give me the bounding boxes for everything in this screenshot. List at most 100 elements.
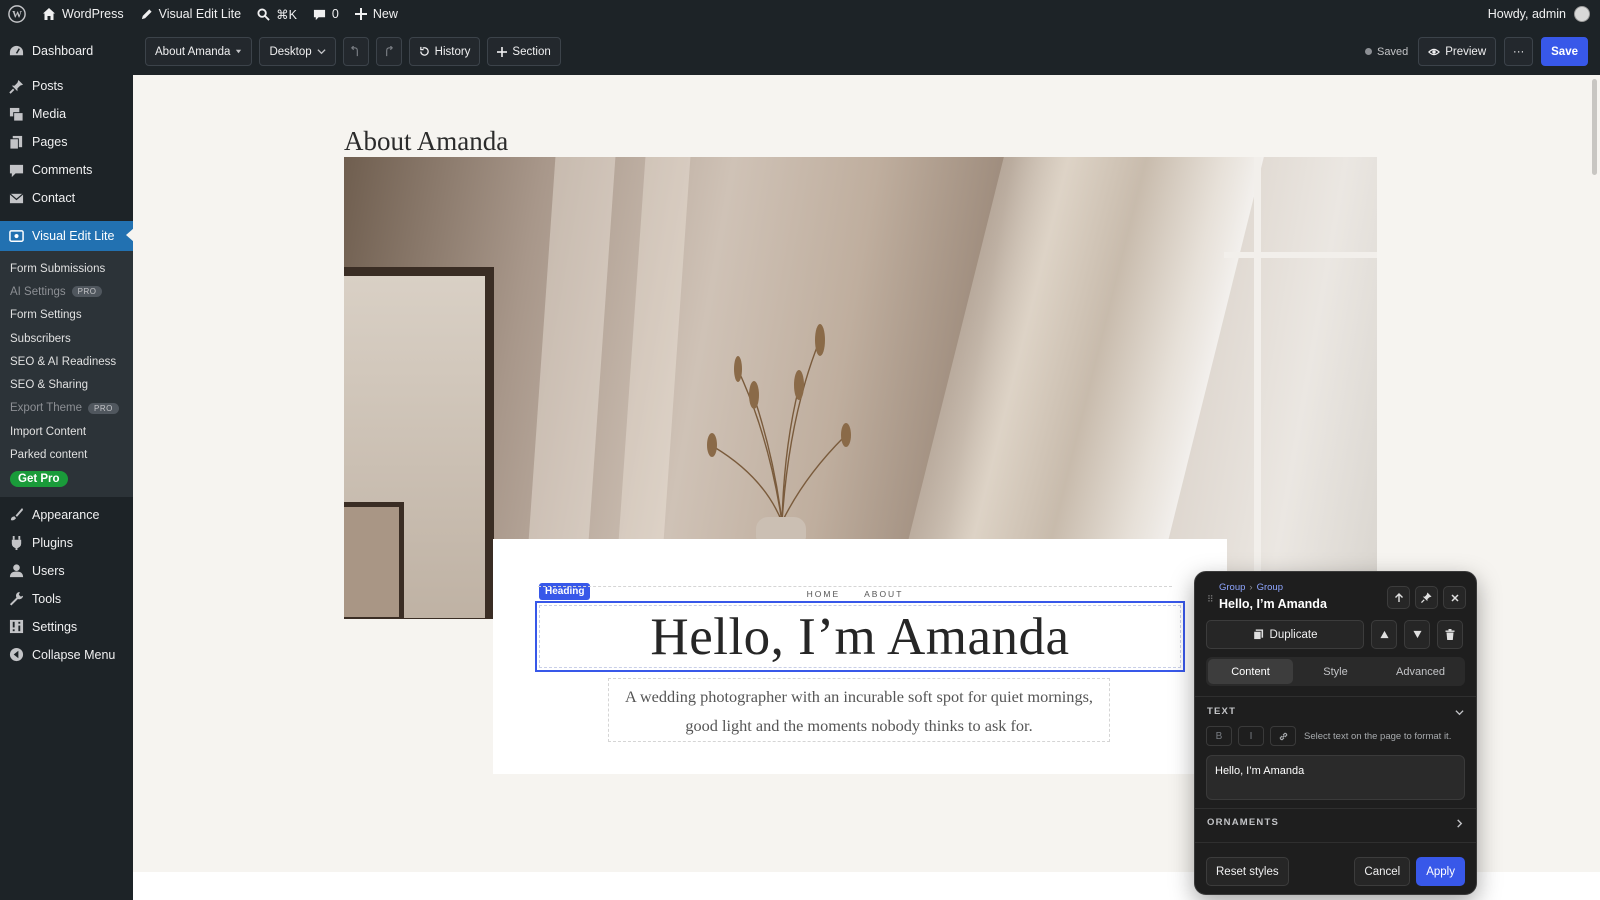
menu-pages[interactable]: Pages: [0, 128, 133, 156]
chevron-down-icon[interactable]: [1455, 708, 1464, 717]
visual-edit-link[interactable]: Visual Edit Lite: [132, 0, 249, 28]
canvas-scrollbar[interactable]: [1592, 79, 1597, 175]
more-options-button[interactable]: ···: [1504, 37, 1534, 66]
tab-content[interactable]: Content: [1208, 659, 1293, 684]
menu-label: Contact: [32, 191, 76, 205]
menu-label: Settings: [32, 619, 78, 634]
more-options-icon: ···: [1512, 45, 1525, 58]
nav-link-about[interactable]: ABOUT: [864, 589, 903, 600]
save-status-text: Saved: [1377, 45, 1409, 58]
undo-button[interactable]: [342, 37, 369, 66]
link-button[interactable]: [1270, 726, 1296, 746]
ornaments-section-header[interactable]: ORNAMENTS: [1207, 817, 1279, 828]
select-parent-button[interactable]: [1387, 586, 1410, 609]
comments-link[interactable]: 0: [305, 0, 347, 28]
menu-comments[interactable]: Comments: [0, 156, 133, 184]
format-toolbar: B I Select text on the page to format it…: [1206, 726, 1465, 746]
divider: [1195, 696, 1476, 697]
block-actions-row: Duplicate: [1206, 620, 1465, 649]
preview-button[interactable]: Preview: [1418, 37, 1497, 66]
page-select[interactable]: About Amanda: [145, 37, 253, 66]
history-button[interactable]: History: [408, 37, 481, 66]
submenu-form-settings[interactable]: Form Settings: [0, 304, 133, 327]
delete-button[interactable]: [1437, 620, 1463, 649]
submenu-seo-sharing[interactable]: SEO & Sharing: [0, 373, 133, 396]
intro-paragraph[interactable]: A wedding photographer with an incurable…: [608, 678, 1110, 742]
menu-label: Posts: [32, 79, 64, 93]
breadcrumb-item[interactable]: Group: [1219, 582, 1245, 593]
menu-appearance[interactable]: Appearance: [0, 501, 133, 529]
submenu-ai-settings[interactable]: AI Settings PRO: [0, 280, 133, 303]
intro-card[interactable]: Heading HOME ABOUT Hello, I’m Amanda A w…: [493, 539, 1227, 774]
submenu-form-submissions[interactable]: Form Submissions: [0, 257, 133, 280]
dashboard-icon: [8, 43, 24, 59]
submenu-label: Subscribers: [10, 332, 71, 345]
submenu-seo-ai-readiness[interactable]: SEO & AI Readiness: [0, 350, 133, 373]
redo-button[interactable]: [375, 37, 402, 66]
wordpress-logo-icon: W: [8, 5, 26, 23]
menu-settings[interactable]: Settings: [0, 613, 133, 641]
pin-panel-button[interactable]: [1415, 586, 1438, 609]
heading-text-field[interactable]: Hello, I’m Amanda: [1206, 755, 1465, 800]
menu-visual-edit-lite[interactable]: Visual Edit Lite: [0, 221, 134, 251]
bold-button[interactable]: B: [1206, 726, 1232, 746]
move-down-button[interactable]: [1404, 620, 1430, 649]
menu-contact[interactable]: Contact: [0, 184, 133, 212]
comments-count: 0: [331, 7, 339, 21]
italic-button[interactable]: I: [1238, 726, 1264, 746]
apply-button[interactable]: Apply: [1416, 857, 1465, 886]
submenu-import-content[interactable]: Import Content: [0, 420, 133, 443]
submenu-label: Form Settings: [10, 309, 82, 322]
tab-style[interactable]: Style: [1293, 659, 1378, 684]
panel-footer: Reset styles Cancel Apply: [1206, 857, 1465, 886]
menu-collapse[interactable]: Collapse Menu: [0, 641, 133, 669]
nav-link-home[interactable]: HOME: [807, 589, 841, 600]
menu-tools[interactable]: Tools: [0, 585, 133, 613]
section-label: Section: [512, 45, 551, 58]
tab-advanced[interactable]: Advanced: [1378, 659, 1463, 684]
text-section-header[interactable]: TEXT: [1207, 706, 1236, 717]
wordpress-logo-button[interactable]: W: [0, 0, 34, 28]
new-content-link[interactable]: New: [347, 0, 406, 28]
menu-posts[interactable]: Posts: [0, 72, 133, 100]
get-pro-button[interactable]: Get Pro: [10, 470, 68, 487]
reset-styles-button[interactable]: Reset styles: [1206, 857, 1289, 886]
arrow-up-icon: [1394, 592, 1403, 602]
search-shortcut-button[interactable]: ⌘K: [249, 0, 305, 28]
menu-label: Comments: [32, 163, 93, 177]
history-icon: [419, 46, 429, 56]
add-section-button[interactable]: Section: [487, 37, 561, 66]
save-label: Save: [1551, 45, 1578, 58]
pin-icon: [1421, 592, 1432, 603]
hero-heading[interactable]: Hello, I’m Amanda: [650, 607, 1069, 667]
selected-heading-block[interactable]: Hello, I’m Amanda: [535, 601, 1185, 672]
submenu-subscribers[interactable]: Subscribers: [0, 327, 133, 350]
menu-dashboard[interactable]: Dashboard: [0, 36, 133, 66]
device-select[interactable]: Desktop: [259, 37, 336, 66]
panel-tabs: Content Style Advanced: [1206, 657, 1465, 686]
howdy-text: Howdy, admin: [1487, 7, 1566, 21]
save-button[interactable]: Save: [1541, 37, 1588, 66]
menu-label: Tools: [32, 591, 62, 606]
duplicate-button[interactable]: Duplicate: [1206, 620, 1364, 649]
caret-down-icon: [236, 49, 242, 54]
wrench-icon: [8, 591, 24, 607]
menu-users[interactable]: Users: [0, 557, 133, 585]
chevron-right-icon[interactable]: [1455, 819, 1464, 828]
account-menu[interactable]: Howdy, admin: [1488, 6, 1600, 22]
redo-icon: [386, 46, 394, 57]
duplicate-label: Duplicate: [1269, 628, 1318, 641]
menu-media[interactable]: Media: [0, 100, 133, 128]
breadcrumb-item[interactable]: Group: [1257, 582, 1283, 593]
cancel-button[interactable]: Cancel: [1354, 857, 1411, 886]
drag-handle-icon[interactable]: ⠿: [1207, 594, 1214, 605]
submenu-parked-content[interactable]: Parked content: [0, 443, 133, 466]
page-title[interactable]: About Amanda: [344, 126, 508, 157]
divider: [1195, 842, 1476, 843]
site-name-link[interactable]: WordPress: [34, 0, 132, 28]
close-panel-button[interactable]: [1443, 586, 1466, 609]
submenu-export-theme[interactable]: Export Theme PRO: [0, 397, 133, 420]
menu-plugins[interactable]: Plugins: [0, 529, 133, 557]
move-up-button[interactable]: [1371, 620, 1397, 649]
window-frame: [1254, 157, 1261, 619]
